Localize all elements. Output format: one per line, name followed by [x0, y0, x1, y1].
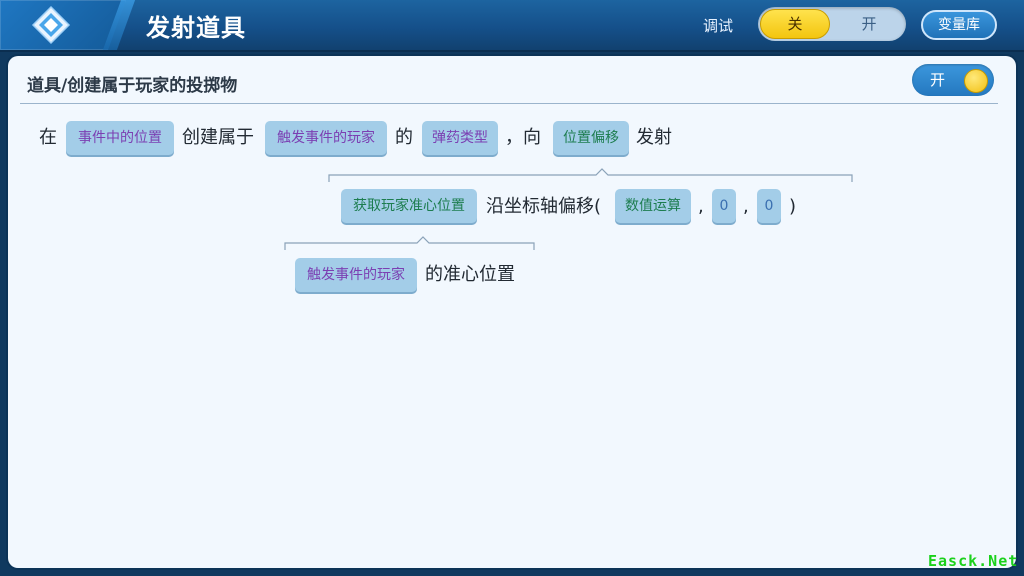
statement-word-of: 的 — [395, 127, 413, 148]
block-logo-icon — [31, 5, 71, 45]
enable-toggle-label: 开 — [930, 71, 946, 89]
debug-off-option[interactable]: 关 — [760, 9, 830, 39]
offset-separator-1: , — [698, 196, 704, 217]
param-get-crosshair-position[interactable]: 获取玩家准心位置 — [341, 189, 477, 223]
statement-word-create: 创建属于 — [182, 127, 254, 148]
param-position-offset[interactable]: 位置偏移 — [553, 121, 629, 155]
action-enable-toggle[interactable]: 开 — [912, 64, 994, 96]
offset-close-paren: ) — [789, 196, 797, 217]
debug-on-option[interactable]: 开 — [834, 9, 904, 39]
variable-library-button[interactable]: 变量库 — [921, 10, 997, 40]
offset-separator-2: , — [743, 196, 749, 217]
statement-word-at: 在 — [39, 127, 57, 148]
param-event-position[interactable]: 事件中的位置 — [66, 121, 174, 155]
title-divider — [20, 103, 998, 104]
action-title: 道具/创建属于玩家的投掷物 — [27, 76, 238, 96]
page-title: 发射道具 — [146, 14, 246, 42]
param-crosshair-trigger-player[interactable]: 触发事件的玩家 — [295, 258, 417, 292]
offset-word-axis-offset: 沿坐标轴偏移( — [486, 196, 602, 217]
param-offset-value-2[interactable]: 0 — [757, 189, 781, 223]
toggle-knob-icon — [964, 69, 988, 93]
param-offset-value-1[interactable]: 0 — [712, 189, 736, 223]
param-trigger-player[interactable]: 触发事件的玩家 — [265, 121, 387, 155]
param-numeric-operation[interactable]: 数值运算 — [615, 189, 691, 223]
crosshair-expression-bracket — [284, 236, 535, 250]
top-bar: 发射道具 调试 关 开 变量库 — [0, 0, 1024, 52]
trigger-panel: 道具/创建属于玩家的投掷物 开 在 事件中的位置 创建属于 触发事件的玩家 的 … — [8, 56, 1016, 568]
statement-word-toward: ，向 — [505, 127, 541, 148]
site-watermark: Easck.Net — [928, 552, 1019, 570]
statement-word-fire: 发射 — [636, 127, 672, 148]
param-ammo-type[interactable]: 弹药类型 — [422, 121, 498, 155]
debug-label: 调试 — [703, 17, 734, 35]
offset-expression-bracket — [328, 168, 853, 182]
crosshair-word-position: 的准心位置 — [425, 264, 515, 285]
debug-toggle[interactable]: 关 开 — [758, 7, 906, 41]
